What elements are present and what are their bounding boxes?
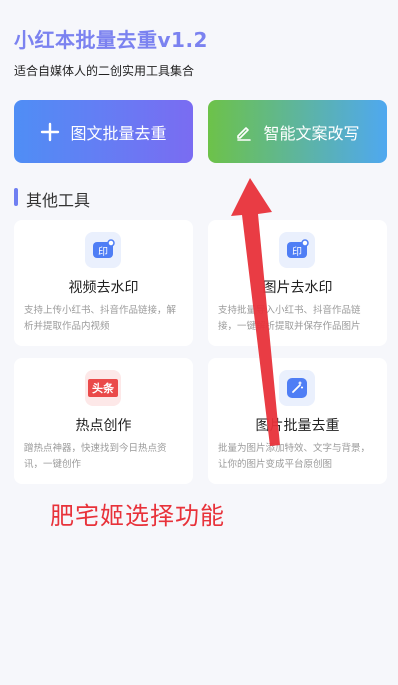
app-title: 小红本批量去重v1.2 <box>14 28 208 52</box>
watermark-icon: 印 <box>85 232 121 268</box>
tool-card-hot-topic[interactable]: 头条 热点创作 蹭热点神器，快速找到今日热点资讯，一键创作 <box>14 358 193 484</box>
magic-wand-icon <box>279 370 315 406</box>
toutiao-icon-label: 头条 <box>88 379 118 397</box>
tool-card-video-watermark[interactable]: 印 视频去水印 支持上传小红书、抖音作品链接，解析并提取作品内视频 <box>14 220 193 346</box>
section-marker <box>14 188 18 206</box>
smart-rewrite-button[interactable]: 智能文案改写 <box>208 100 387 163</box>
plus-icon <box>40 122 60 142</box>
batch-dedupe-label: 图文批量去重 <box>70 123 167 143</box>
tool-title: 视频去水印 <box>68 280 139 296</box>
tool-title: 图片批量去重 <box>255 418 340 434</box>
tool-desc: 批量为图片添加特效、文字与背景，让你的图片变成平台原创图 <box>218 443 371 470</box>
app-subtitle: 适合自媒体人的二创实用工具集合 <box>14 64 195 78</box>
tool-card-image-watermark[interactable]: 印 图片去水印 支持批量导入小红书、抖音作品链接，一键解析提取并保存作品图片 <box>208 220 387 346</box>
section-title: 其他工具 <box>26 191 91 210</box>
tool-title: 热点创作 <box>75 418 132 434</box>
batch-dedupe-button[interactable]: 图文批量去重 <box>14 100 193 163</box>
tool-desc: 支持上传小红书、抖音作品链接，解析并提取作品内视频 <box>24 305 177 332</box>
tool-desc: 支持批量导入小红书、抖音作品链接，一键解析提取并保存作品图片 <box>218 305 361 332</box>
tool-title: 图片去水印 <box>262 280 333 296</box>
svg-text:印: 印 <box>98 246 108 258</box>
pencil-icon <box>235 123 253 141</box>
tool-desc: 蹭热点神器，快速找到今日热点资讯，一键创作 <box>24 443 167 470</box>
svg-text:印: 印 <box>292 246 302 258</box>
annotation-text: 肥宅姬选择功能 <box>50 502 225 530</box>
watermark-icon: 印 <box>279 232 315 268</box>
tool-card-image-dedupe[interactable]: 图片批量去重 批量为图片添加特效、文字与背景，让你的图片变成平台原创图 <box>208 358 387 484</box>
toutiao-icon: 头条 <box>85 370 121 406</box>
smart-rewrite-label: 智能文案改写 <box>263 123 360 143</box>
